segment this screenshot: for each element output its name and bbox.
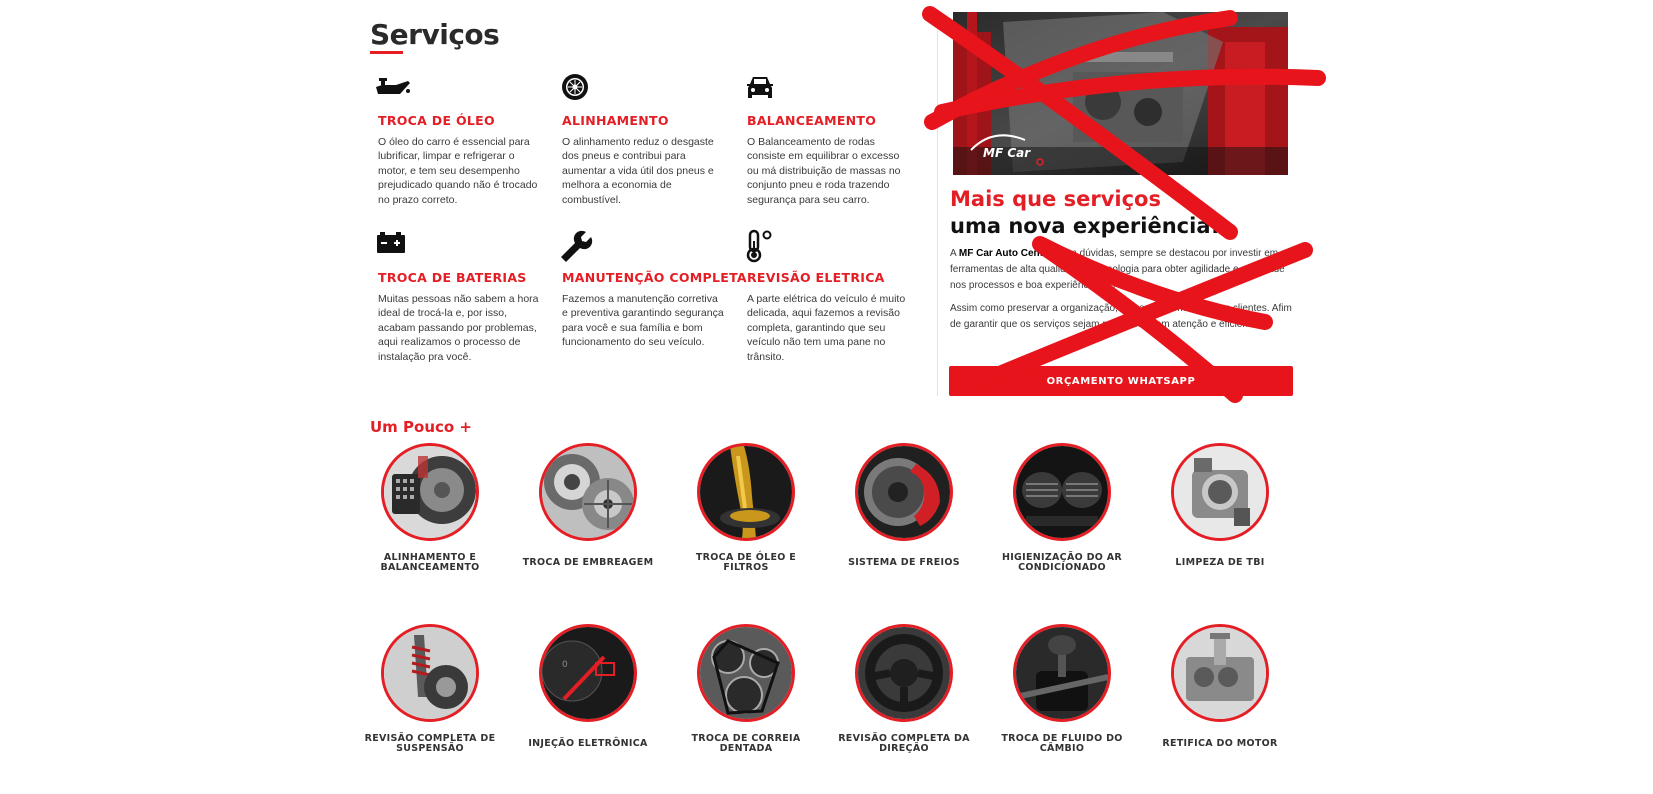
service-card-label: SISTEMA DE FREIOS <box>848 557 960 568</box>
service-card-higienizacao-ar[interactable]: HIGIENIZAÇÃO DO AR CONDICIONADO <box>987 443 1137 581</box>
service-item-troca-de-oleo: TROCA DE ÓLEO O óleo do carro é essencia… <box>376 72 540 207</box>
service-card-troca-fluido-cambio[interactable]: TROCA DE FLUIDO DO CÂMBIO <box>987 624 1137 762</box>
service-card-injecao-eletronica[interactable]: 0 INJEÇÃO ELETRÔNICA <box>513 624 663 762</box>
workshop-photo: MF Car <box>953 12 1288 175</box>
um-pouco-title: Um Pouco + <box>370 418 472 436</box>
service-photo <box>1171 443 1269 541</box>
service-card-label: ALINHAMENTO E BALANCEAMENTO <box>380 552 480 573</box>
service-photo <box>697 624 795 722</box>
service-card-label: REVISÃO COMPLETA DE SUSPENSÃO <box>364 733 496 754</box>
service-card-label: TROCA DE EMBREAGEM <box>522 557 654 568</box>
service-photo <box>1013 624 1111 722</box>
service-card-label: TROCA DE ÓLEO E FILTROS <box>695 552 797 573</box>
service-photo <box>1013 443 1111 541</box>
service-card-sistema-de-freios[interactable]: SISTEMA DE FREIOS <box>829 443 979 581</box>
service-title: MANUTENÇÃO COMPLETA <box>562 270 747 285</box>
service-card-troca-de-embreagem[interactable]: TROCA DE EMBREAGEM <box>513 443 663 581</box>
service-description: A parte elétrica do veículo é muito deli… <box>747 293 906 363</box>
service-card-limpeza-de-tbi[interactable]: LIMPEZA DE TBI <box>1145 443 1295 581</box>
column-divider <box>937 18 938 396</box>
service-card-retifica-do-motor[interactable]: RETIFICA DO MOTOR <box>1145 624 1295 762</box>
service-title: ALINHAMENTO <box>562 113 669 128</box>
title-underline <box>370 51 403 54</box>
service-title: TROCA DE BATERIAS <box>378 270 527 285</box>
service-card-alinhamento-balanceamento[interactable]: ALINHAMENTO E BALANCEAMENTO <box>355 443 505 581</box>
service-title: TROCA DE ÓLEO <box>378 113 495 128</box>
wrench-icon <box>561 230 593 262</box>
service-item-manutencao-completa: MANUTENÇÃO COMPLETA Fazemos a manutenção… <box>561 229 747 350</box>
oil-can-icon <box>376 78 410 94</box>
service-card-troca-correia-dentada[interactable]: TROCA DE CORREIA DENTADA <box>671 624 821 762</box>
service-card-label: TROCA DE CORREIA DENTADA <box>691 733 801 754</box>
service-description: Fazemos a manutenção corretiva e prevent… <box>562 293 724 349</box>
service-item-alinhamento: ALINHAMENTO O alinhamento reduz o desgas… <box>562 72 724 207</box>
service-card-label: LIMPEZA DE TBI <box>1175 557 1265 568</box>
promo-headline-dark: uma nova experiência! <box>950 214 1221 238</box>
service-photo <box>855 624 953 722</box>
whatsapp-quote-button[interactable]: ORÇAMENTO WHATSAPP <box>949 366 1293 396</box>
service-title: BALANCEAMENTO <box>747 113 877 128</box>
service-description: O óleo do carro é essencial para lubrifi… <box>378 136 538 206</box>
service-item-troca-de-baterias: TROCA DE BATERIAS Muitas pessoas não sab… <box>377 229 540 364</box>
logo-text: MF Car <box>983 146 1031 160</box>
promo-headline-red: Mais que serviços <box>950 187 1161 211</box>
battery-icon <box>377 232 405 253</box>
service-description: O alinhamento reduz o desgaste dos pneus… <box>562 136 714 206</box>
service-title: REVISÃO ELETRICA <box>747 270 885 285</box>
promo-paragraph-2: Assim como preservar a organização, limp… <box>950 303 1292 330</box>
service-photo <box>1171 624 1269 722</box>
service-card-label: INJEÇÃO ELETRÔNICA <box>528 738 648 749</box>
service-card-label: REVISÃO COMPLETA DA DIREÇÃO <box>838 733 970 754</box>
service-description: O Balanceamento de rodas consiste em equ… <box>747 136 901 206</box>
brand-name: MF Car Auto Center <box>958 248 1053 259</box>
service-item-revisao-eletrica: REVISÃO ELETRICA A parte elétrica do veí… <box>746 229 909 364</box>
car-front-icon <box>747 77 773 98</box>
service-card-label: HIGIENIZAÇÃO DO AR CONDICIONADO <box>1001 552 1123 573</box>
service-card-label: RETIFICA DO MOTOR <box>1162 738 1278 749</box>
service-card-troca-de-oleo-filtros[interactable]: TROCA DE ÓLEO E FILTROS <box>671 443 821 581</box>
promo-paragraph-1: A MF Car Auto Center, sem dúvidas, sempr… <box>950 248 1285 291</box>
service-card-revisao-direcao[interactable]: REVISÃO COMPLETA DA DIREÇÃO <box>829 624 979 762</box>
thermometer-icon <box>746 229 772 263</box>
service-description: Muitas pessoas não sabem a hora ideal de… <box>378 293 539 363</box>
service-card-label: TROCA DE FLUIDO DO CÂMBIO <box>1001 733 1123 754</box>
service-photo <box>855 443 953 541</box>
service-photo: 0 <box>539 624 637 722</box>
svg-text:0: 0 <box>562 660 568 670</box>
service-photo <box>697 443 795 541</box>
service-card-revisao-suspensao[interactable]: REVISÃO COMPLETA DE SUSPENSÃO <box>355 624 505 762</box>
service-photo <box>381 624 479 722</box>
tire-icon <box>562 74 588 100</box>
service-photo <box>539 443 637 541</box>
servicos-title: Serviços <box>370 18 500 51</box>
service-photo <box>381 443 479 541</box>
service-item-balanceamento: BALANCEAMENTO O Balanceamento de rodas c… <box>747 72 909 207</box>
